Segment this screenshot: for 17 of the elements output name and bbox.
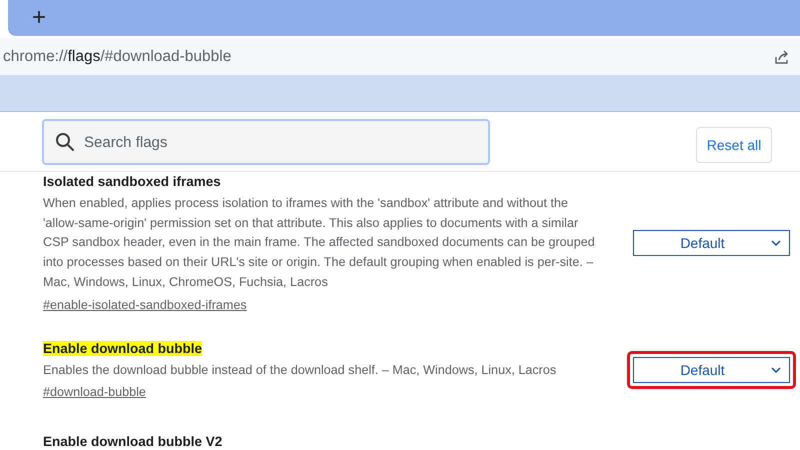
share-icon[interactable] xyxy=(774,48,790,64)
flag-dropdown[interactable]: Default xyxy=(633,230,790,256)
url-text[interactable]: chrome://flags/#download-bubble xyxy=(3,44,232,68)
search-field[interactable]: Search flags xyxy=(42,119,490,165)
flag-title: Isolated sandboxed iframes xyxy=(43,174,221,189)
flag-description: Enables the download bubble instead of the download shelf. – Mac, Windows, Linux, Lacros xyxy=(43,362,558,379)
flag-dropdown[interactable]: Default xyxy=(633,357,790,384)
caret-icon xyxy=(771,367,781,374)
flag-title: Enable download bubble xyxy=(43,340,202,356)
flag-description: When enabled, applies process isolation to iframes with the 'sandbox' attribute and without the 'allow-same-origin' permission set on that attribute. This also applies to documents with a similar CSP sandbox header, even in the main frame. The affected sandboxed documents can be grouped into processes based on their URL's site or origin. The default grouping when enabled is per-site. – Mac, Windows, Linux, ChromeOS, Fuchsia, Lacros xyxy=(43,195,596,291)
flag-link[interactable]: #download-bubble xyxy=(43,385,146,400)
search-icon xyxy=(55,132,75,152)
flag-title: Enable download bubble V2 xyxy=(43,434,222,450)
caret-icon xyxy=(771,240,781,246)
flag-link[interactable]: #enable-isolated-sandboxed-iframes xyxy=(43,298,247,312)
reset-all-button[interactable]: Reset all xyxy=(696,127,772,163)
new-tab-button[interactable]: + xyxy=(30,6,48,30)
